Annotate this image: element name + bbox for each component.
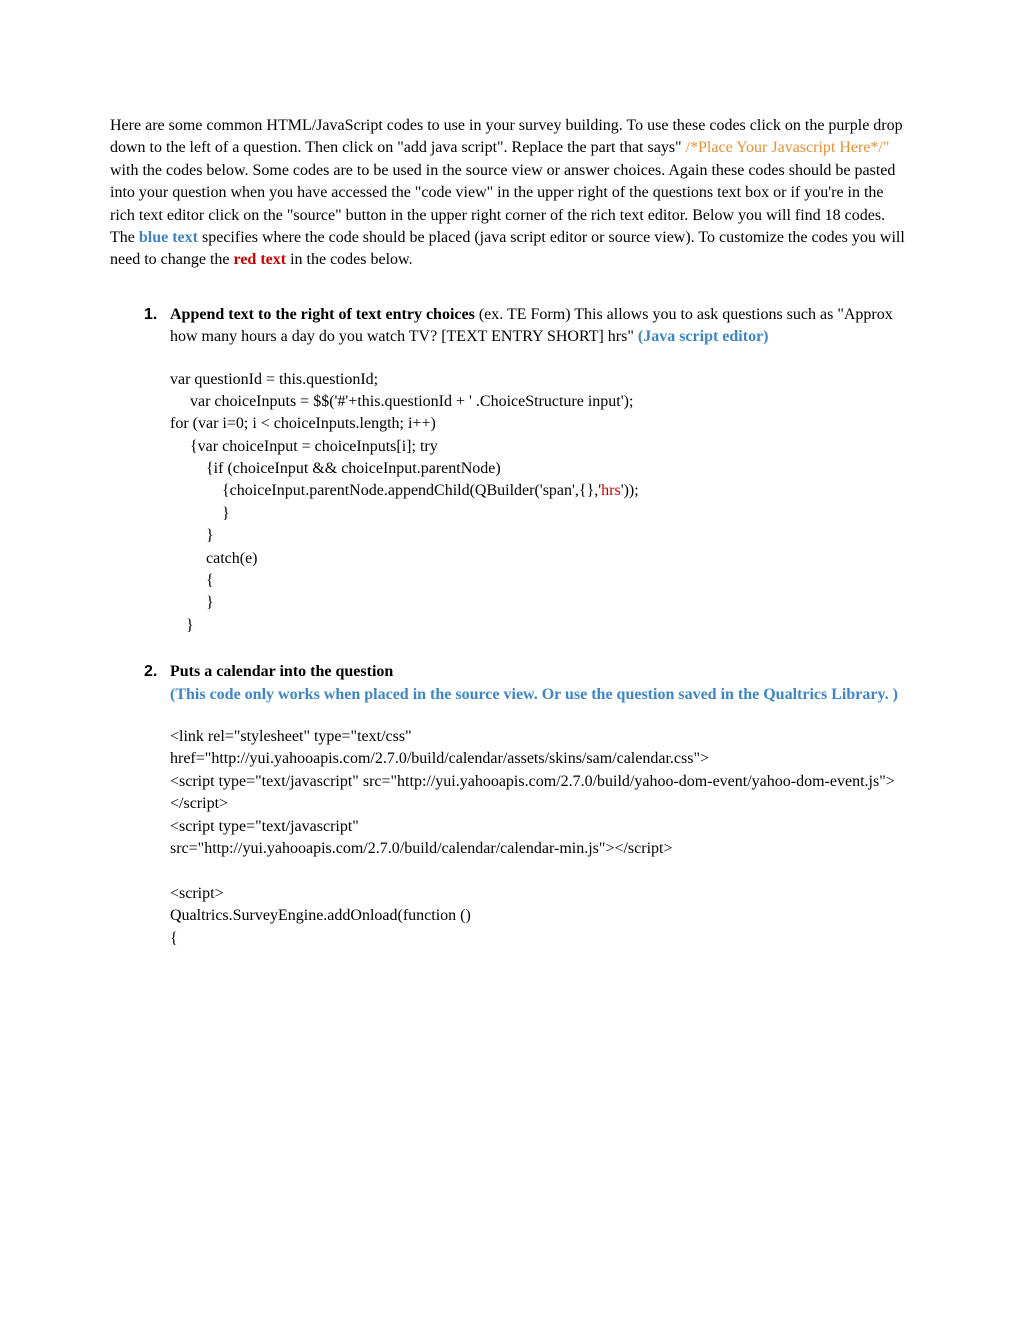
code1-l4: {var choiceInput = choiceInputs[i]; try bbox=[170, 438, 438, 455]
item-2-title: Puts a calendar into the question bbox=[170, 663, 393, 680]
code1-l2: var choiceInputs = $$('#'+this.questionI… bbox=[170, 393, 633, 410]
code2-l5: src="http://yui.yahooapis.com/2.7.0/buil… bbox=[170, 840, 673, 857]
code1-l3: for (var i=0; i < choiceInputs.length; i… bbox=[170, 415, 436, 432]
code1-l7: } bbox=[170, 505, 230, 522]
item-2-number: 2. bbox=[144, 661, 170, 683]
code1-l8: } bbox=[170, 527, 214, 544]
code1-l5: {if (choiceInput && choiceInput.parentNo… bbox=[170, 460, 501, 477]
code1-l1: var questionId = this.questionId; bbox=[170, 371, 378, 388]
code2-l9: { bbox=[170, 930, 178, 947]
code2-l1: <link rel="stylesheet" type="text/css" bbox=[170, 728, 412, 745]
intro-text-4: in the codes below. bbox=[286, 251, 412, 268]
code1-l10: { bbox=[170, 572, 214, 589]
item-2-location: (This code only works when placed in the… bbox=[170, 686, 898, 703]
code1-l12: } bbox=[170, 617, 194, 634]
list-item-2: 2.Puts a calendar into the question (Thi… bbox=[170, 661, 910, 706]
placeholder-code: /*Place Your Javascript Here*/" bbox=[686, 139, 890, 156]
code2-l8: Qualtrics.SurveyEngine.addOnload(functio… bbox=[170, 907, 471, 924]
code2-l7: <script> bbox=[170, 885, 224, 902]
code1-l6b: ')); bbox=[621, 482, 639, 499]
item-1-title: Append text to the right of text entry c… bbox=[170, 306, 475, 323]
code2-l3: <script type="text/javascript" src="http… bbox=[170, 773, 895, 812]
item-1-location: (Java script editor) bbox=[638, 328, 769, 345]
code1-l11: } bbox=[170, 594, 214, 611]
code1-l6a: {choiceInput.parentNode.appendChild(QBui… bbox=[170, 482, 601, 499]
blue-text-label: blue text bbox=[139, 229, 198, 246]
list-item-1: 1.Append text to the right of text entry… bbox=[170, 304, 910, 349]
code2-l2: href="http://yui.yahooapis.com/2.7.0/bui… bbox=[170, 750, 709, 767]
code2-l4: <script type="text/javascript" bbox=[170, 818, 359, 835]
item-1-number: 1. bbox=[144, 304, 170, 326]
code-block-2: <link rel="stylesheet" type="text/css" h… bbox=[170, 726, 910, 950]
intro-text-3: specifies where the code should be place… bbox=[110, 229, 905, 268]
red-text-label: red text bbox=[234, 251, 287, 268]
code-block-1: var questionId = this.questionId; var ch… bbox=[170, 369, 910, 638]
intro-paragraph: Here are some common HTML/JavaScript cod… bbox=[110, 115, 910, 272]
code1-l9: catch(e) bbox=[170, 550, 258, 567]
code1-l6-red: hrs bbox=[601, 482, 621, 499]
